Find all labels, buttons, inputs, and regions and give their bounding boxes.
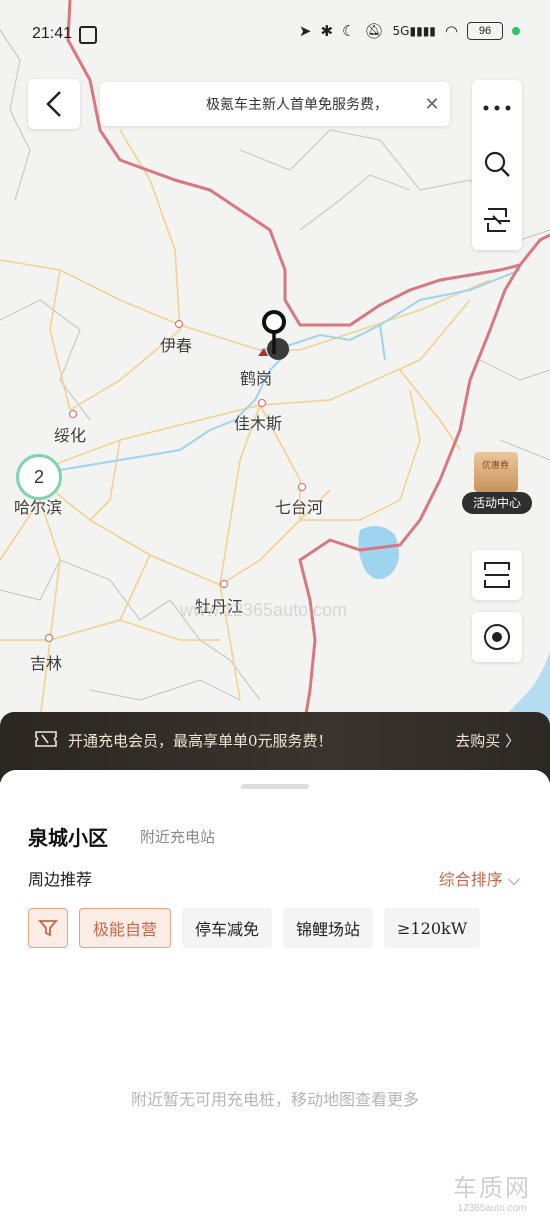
drag-handle[interactable]: [241, 784, 309, 789]
empty-state-message: 附近暂无可用充电桩，移动地图查看更多: [130, 1090, 419, 1109]
city-label: 鹤岗: [240, 369, 273, 388]
scan-icon: [484, 562, 510, 588]
location-title: 泉城小区: [28, 826, 108, 850]
chip-parking-discount[interactable]: 停车减免: [182, 908, 273, 948]
notice-text: 极氪车主新人首单免服务费，: [206, 97, 388, 113]
location-pin-icon[interactable]: [250, 308, 300, 368]
station-cluster-marker[interactable]: 2: [16, 454, 62, 500]
coupon-box-icon: 优惠券: [474, 452, 518, 492]
battery-indicator: 96: [467, 22, 503, 40]
chevron-left-icon: [46, 91, 61, 117]
signal-icon: 5G▮▮▮▮: [392, 24, 436, 38]
more-button[interactable]: [472, 80, 522, 136]
more-icon: [483, 105, 511, 111]
city-dot: [69, 410, 77, 418]
city-label: 吉林: [30, 654, 63, 673]
buy-membership-link[interactable]: 去购买 〉: [455, 730, 520, 751]
city-label: 七台河: [275, 498, 324, 517]
funnel-icon: [38, 920, 58, 937]
city-dot: [45, 634, 53, 642]
city-dot: [298, 483, 306, 491]
location-subtitle: 附近充电站: [140, 828, 216, 846]
city-label: 绥化: [54, 426, 87, 445]
back-button[interactable]: [28, 79, 80, 129]
bluetooth-icon: ✱: [320, 22, 334, 40]
brand-watermark: 车质网 12365auto.com: [453, 1174, 531, 1214]
map-toolbar: [472, 80, 522, 250]
screen-record-icon: [79, 26, 97, 44]
sort-dropdown[interactable]: 综合排序 ⌵: [439, 866, 520, 890]
filter-chips: 极能自营 停车减免 锦鲤场站 ≥120kW: [28, 908, 481, 948]
filter-button[interactable]: [28, 908, 68, 948]
status-bar: 21:41 ➤ ✱ ☾ 🔕︎ 5G▮▮▮▮ ◠ 96: [0, 0, 550, 70]
navigation-arrow-icon: ➤: [298, 22, 312, 40]
city-dot: [175, 320, 183, 328]
city-label: 佳木斯: [234, 414, 283, 433]
activity-center-label: 活动中心: [462, 492, 532, 514]
bottom-sheet: 泉城小区 附近充电站 周边推荐 综合排序 ⌵ 极能自营 停车减免 锦鲤场站 ≥1…: [0, 770, 550, 1222]
city-label: 伊春: [160, 336, 193, 355]
close-icon[interactable]: ✕: [414, 94, 450, 115]
ticket-icon: [35, 731, 57, 747]
mute-icon: 🔕︎: [364, 22, 384, 40]
chip-self-operated[interactable]: 极能自营: [79, 908, 172, 948]
membership-message: 开通充电会员，最高享单单0元服务费！: [68, 732, 333, 750]
search-icon: [484, 151, 510, 177]
city-dot: [220, 580, 228, 588]
search-button[interactable]: [472, 136, 522, 192]
swap-icon: [484, 208, 510, 232]
city-dot: [258, 399, 266, 407]
moon-icon: ☾: [342, 22, 356, 40]
locate-me-button[interactable]: [472, 612, 522, 662]
chip-power-120kw[interactable]: ≥120kW: [384, 908, 481, 948]
privacy-dot-icon: [512, 27, 520, 35]
section-title: 周边推荐: [28, 870, 93, 889]
switch-view-button[interactable]: [472, 192, 522, 248]
status-time: 21:41: [32, 25, 73, 42]
scan-button[interactable]: [472, 550, 522, 600]
promo-notice-bar[interactable]: 极氪车主新人首单免服务费， ✕: [100, 82, 450, 126]
chip-koi-station[interactable]: 锦鲤场站: [283, 908, 374, 948]
wifi-icon: ◠: [444, 22, 458, 40]
watermark: www.12365auto.com: [180, 600, 348, 620]
activity-center-button[interactable]: 优惠券 活动中心: [462, 448, 532, 518]
locate-icon: [484, 624, 510, 650]
